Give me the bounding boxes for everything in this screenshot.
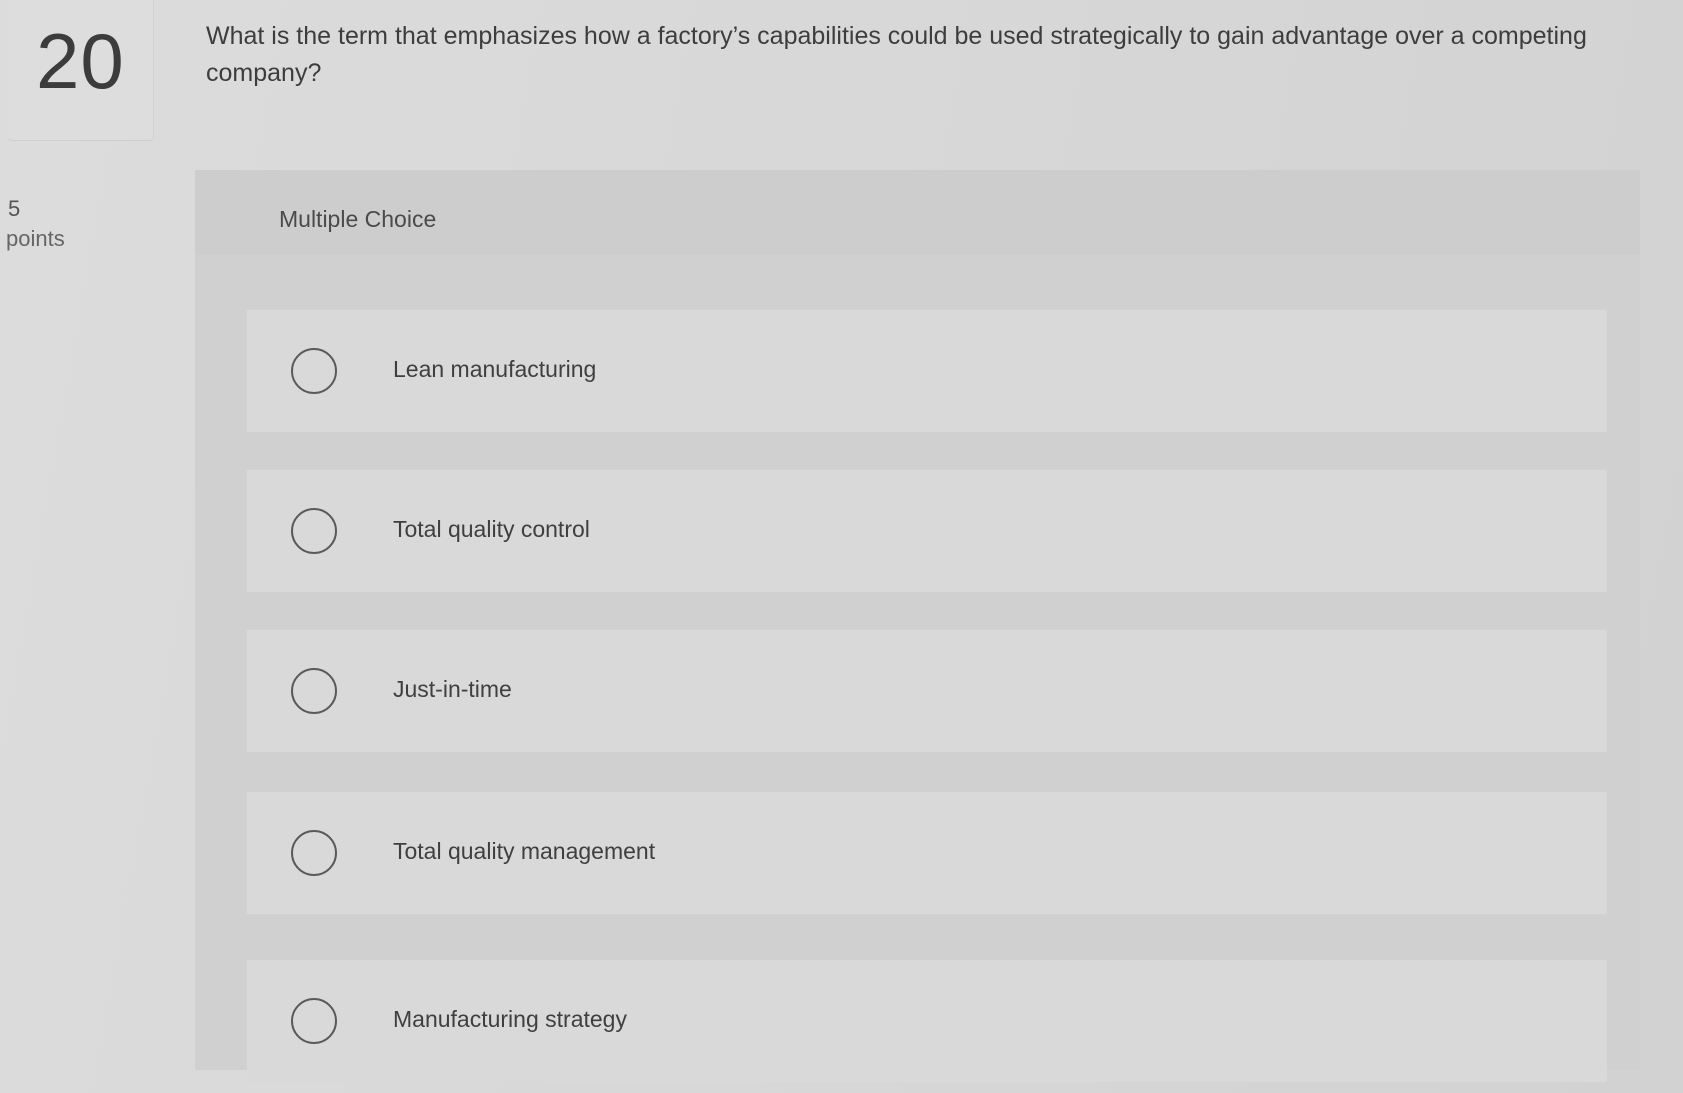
answer-option[interactable]: Just-in-time bbox=[247, 630, 1607, 752]
answer-panel: Multiple Choice Lean manufacturing Total… bbox=[195, 170, 1640, 1082]
answer-option-label[interactable]: Lean manufacturing bbox=[393, 356, 596, 383]
answer-option[interactable]: Total quality management bbox=[247, 792, 1607, 914]
answer-option-label[interactable]: Total quality control bbox=[393, 516, 590, 543]
question-number-box: 20 bbox=[8, 0, 154, 141]
radio-button[interactable] bbox=[291, 348, 337, 394]
answer-option[interactable]: Total quality control bbox=[247, 470, 1607, 592]
radio-button[interactable] bbox=[291, 668, 337, 714]
answer-option-label[interactable]: Manufacturing strategy bbox=[393, 1006, 627, 1033]
answer-panel-header: Multiple Choice bbox=[195, 170, 1640, 255]
question-type-label: Multiple Choice bbox=[279, 206, 437, 232]
answer-option-label[interactable]: Total quality management bbox=[393, 838, 655, 865]
answer-option[interactable]: Lean manufacturing bbox=[247, 310, 1607, 432]
radio-button[interactable] bbox=[291, 998, 337, 1044]
answer-option-label[interactable]: Just-in-time bbox=[393, 676, 512, 703]
answer-option[interactable]: Manufacturing strategy bbox=[247, 960, 1607, 1082]
quiz-page: 20 5 points What is the term that emphas… bbox=[0, 0, 1683, 1093]
points-value: 5 bbox=[8, 196, 21, 221]
radio-button[interactable] bbox=[291, 830, 337, 876]
points-label: points bbox=[6, 226, 65, 251]
question-text: What is the term that emphasizes how a f… bbox=[206, 22, 1587, 87]
question-number: 20 bbox=[36, 17, 125, 105]
radio-button[interactable] bbox=[291, 508, 337, 554]
